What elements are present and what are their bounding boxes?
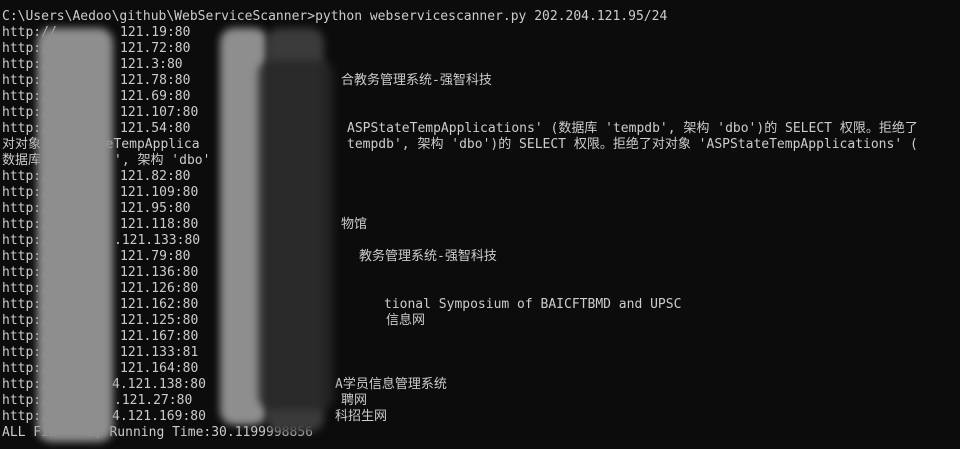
command-prompt-line: C:\Users\Aedoo\github\WebServiceScanner>… xyxy=(2,9,668,24)
row-title: ASPStateTempApplications' (数据库 'tempdb',… xyxy=(347,121,918,136)
row-ip: 121.133:81 xyxy=(120,345,199,360)
row-ip: 121.79:80 xyxy=(120,249,191,264)
row-ip: 121.164:80 xyxy=(120,361,199,376)
title-redaction-shadow xyxy=(258,60,334,410)
row-ip: 121.109:80 xyxy=(120,185,199,200)
terminal-window[interactable]: C:\Users\Aedoo\github\WebServiceScanner>… xyxy=(0,0,960,449)
row-ip: 4.121.169:80 xyxy=(112,409,206,424)
row-ip: 121.72:80 xyxy=(120,41,191,56)
wrap-right: tempdb', 架构 'dbo')的 SELECT 权限。拒绝了对对象 'AS… xyxy=(347,137,918,152)
wrap-mid: ', 架构 'dbo' xyxy=(114,153,211,168)
row-ip: 121.69:80 xyxy=(120,89,191,104)
row-title: 科招生网 xyxy=(335,409,388,424)
row-ip: 121.126:80 xyxy=(120,281,199,296)
row-ip: 121.167:80 xyxy=(120,329,199,344)
wrap-left: 数据库 xyxy=(2,153,42,168)
row-title: A学员信息管理系统 xyxy=(335,377,447,392)
row-ip: 4.121.138:80 xyxy=(112,377,206,392)
row-ip: 121.118:80 xyxy=(120,217,199,232)
row-title: 教务管理系统-强智科技 xyxy=(359,249,497,264)
row-ip: 121.125:80 xyxy=(120,313,199,328)
row-title: 聘网 xyxy=(341,393,368,408)
wrapped-error-line-1: 对对象 ateTempApplica tempdb', 架构 'dbo')的 SEL… xyxy=(2,137,918,153)
row-ip: 121.3:80 xyxy=(120,57,183,72)
wrapped-error-line-2: 数据库 ', 架构 'dbo' xyxy=(2,153,210,169)
row-ip: 121.95:80 xyxy=(120,201,191,216)
row-ip: 121.54:80 xyxy=(120,121,191,136)
wrap-left: 对对象 xyxy=(2,137,42,152)
row-ip: .121.133:80 xyxy=(114,233,201,248)
row-ip: 121.19:80 xyxy=(120,25,191,40)
row-ip: 121.136:80 xyxy=(120,265,199,280)
row-title: 物馆 xyxy=(341,217,368,232)
row-ip: 121.107:80 xyxy=(120,105,199,120)
row-ip: 121.82:80 xyxy=(120,169,191,184)
row-title: tional Symposium of BAICFTBMD and UPSC xyxy=(384,297,682,312)
row-ip: .121.27:80 xyxy=(114,393,193,408)
row-title: 合教务管理系统-强智科技 xyxy=(341,73,492,88)
row-ip: 121.162:80 xyxy=(120,297,199,312)
row-ip: 121.78:80 xyxy=(120,73,191,88)
ip-redaction-blur xyxy=(37,28,113,442)
row-title: 信息网 xyxy=(386,313,426,328)
